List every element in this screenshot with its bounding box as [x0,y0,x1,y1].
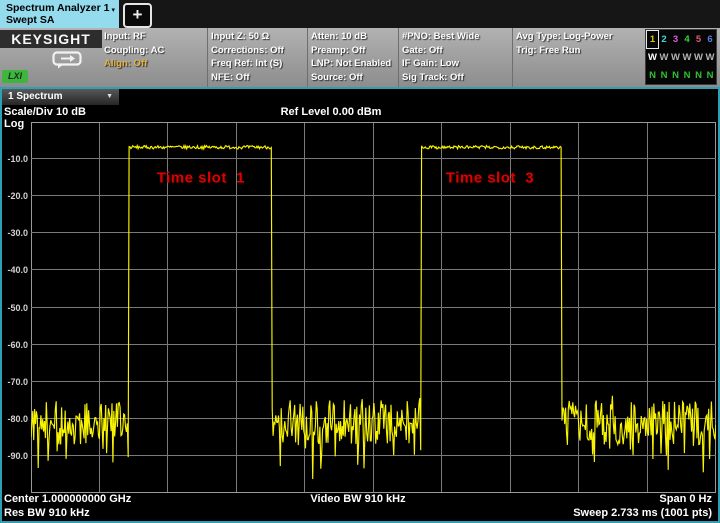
settings-column-divider [398,28,399,87]
sweep-time-annotation[interactable]: Sweep 2.733 ms (1001 pts) [573,507,712,519]
scale-per-div-annotation[interactable]: Scale/Div 10 dB [4,106,86,118]
trace-number-5[interactable]: 5 [693,31,704,48]
trace-detector-1[interactable]: N [647,67,658,84]
span-annotation[interactable]: Span 0 Hz [659,493,712,505]
y-axis-label: -20.0 [0,191,28,201]
dropdown-caret-icon: ▼ [106,89,113,105]
video-bw-annotation[interactable]: Video BW 910 kHz [310,493,405,505]
settings-column-5[interactable]: Avg Type: Log-PowerTrig: Free Run [516,30,640,57]
log-scale-label: Log [4,118,24,130]
settings-column-1[interactable]: Input: RFCoupling: ACAlign: Off [104,30,204,71]
window-tab-bar: Spectrum Analyzer 1 Swept SA ▾ + [0,0,720,28]
time-slot-annotation: Time slot 3 [446,169,534,186]
trace-type-2[interactable]: W [659,49,670,66]
ref-level-annotation[interactable]: Ref Level 0.00 dBm [281,106,382,118]
setting-preamp[interactable]: Preamp: Off [311,44,397,58]
setting-input[interactable]: Input: RF [104,30,204,44]
setting-source[interactable]: Source: Off [311,71,397,85]
setting-sig-track[interactable]: Sig Track: Off [402,71,510,85]
graticule [31,122,716,493]
trace-number-6[interactable]: 6 [705,31,716,48]
keysight-logo: KEYSIGHT [0,30,102,48]
trace-type-6[interactable]: W [705,49,716,66]
trace-number-1[interactable]: 1 [647,31,658,48]
feedback-bubble-icon[interactable] [52,51,82,69]
setting--pno[interactable]: #PNO: Best Wide [402,30,510,44]
settings-column-divider [207,28,208,87]
settings-column-divider [307,28,308,87]
y-axis-label: -50.0 [0,303,28,313]
trace-detector-6[interactable]: N [705,67,716,84]
trace-number-3[interactable]: 3 [670,31,681,48]
lxi-badge: LXI [2,70,28,83]
y-axis-label: -90.0 [0,451,28,461]
y-axis-label: -10.0 [0,154,28,164]
setting-corrections[interactable]: Corrections: Off [211,44,305,58]
settings-bar: KEYSIGHT LXI Input: RFCoupling: ACAlign:… [0,28,720,87]
setting-lnp[interactable]: LNP: Not Enabled [311,57,397,71]
trace-detector-3[interactable]: N [670,67,681,84]
trace-type-1[interactable]: W [647,49,658,66]
y-axis-label: -40.0 [0,265,28,275]
setting-nfe[interactable]: NFE: Off [211,71,305,85]
tab-spectrum-analyzer-1[interactable]: Spectrum Analyzer 1 Swept SA ▾ [0,0,119,28]
setting-trig[interactable]: Trig: Free Run [516,44,640,58]
setting-if-gain[interactable]: IF Gain: Low [402,57,510,71]
center-frequency-annotation[interactable]: Center 1.000000000 GHz [4,493,131,505]
setting-avg-type[interactable]: Avg Type: Log-Power [516,30,640,44]
trace-type-4[interactable]: W [682,49,693,66]
y-axis-label: -80.0 [0,414,28,424]
tab-title: Spectrum Analyzer 1 [6,2,113,14]
trace-detector-5[interactable]: N [693,67,704,84]
spectrum-plot [31,122,716,493]
y-axis-label: -30.0 [0,228,28,238]
settings-column-4[interactable]: #PNO: Best WideGate: OffIF Gain: LowSig … [402,30,510,84]
trace-panel[interactable]: 123456WWWWWWNNNNNN [645,29,717,85]
y-axis-label: -70.0 [0,377,28,387]
trace-number-2[interactable]: 2 [659,31,670,48]
trace-number-4[interactable]: 4 [682,31,693,48]
trace-detector-2[interactable]: N [659,67,670,84]
measurement-selector[interactable]: 1 Spectrum ▼ [2,89,119,105]
measurement-selector-label: 1 Spectrum [8,91,62,102]
tab-subtitle: Swept SA [6,14,113,26]
trace-type-5[interactable]: W [693,49,704,66]
setting-freq-ref[interactable]: Freq Ref: Int (S) [211,57,305,71]
setting-input-z[interactable]: Input Z: 50 Ω [211,30,305,44]
setting-align[interactable]: Align: Off [104,57,204,71]
res-bw-annotation[interactable]: Res BW 910 kHz [4,507,90,519]
spectrum-analyzer-screen: Spectrum Analyzer 1 Swept SA ▾ + KEYSIGH… [0,0,720,523]
settings-column-3[interactable]: Atten: 10 dBPreamp: OffLNP: Not EnabledS… [311,30,397,84]
setting-coupling[interactable]: Coupling: AC [104,44,204,58]
settings-column-2[interactable]: Input Z: 50 ΩCorrections: OffFreq Ref: I… [211,30,305,84]
setting-atten[interactable]: Atten: 10 dB [311,30,397,44]
settings-column-divider [512,28,513,87]
trace-detector-4[interactable]: N [682,67,693,84]
chevron-down-icon: ▾ [111,6,115,14]
setting-gate[interactable]: Gate: Off [402,44,510,58]
y-axis-label: -60.0 [0,340,28,350]
add-tab-button[interactable]: + [123,3,152,28]
trace-type-3[interactable]: W [670,49,681,66]
time-slot-annotation: Time slot 1 [157,169,245,186]
